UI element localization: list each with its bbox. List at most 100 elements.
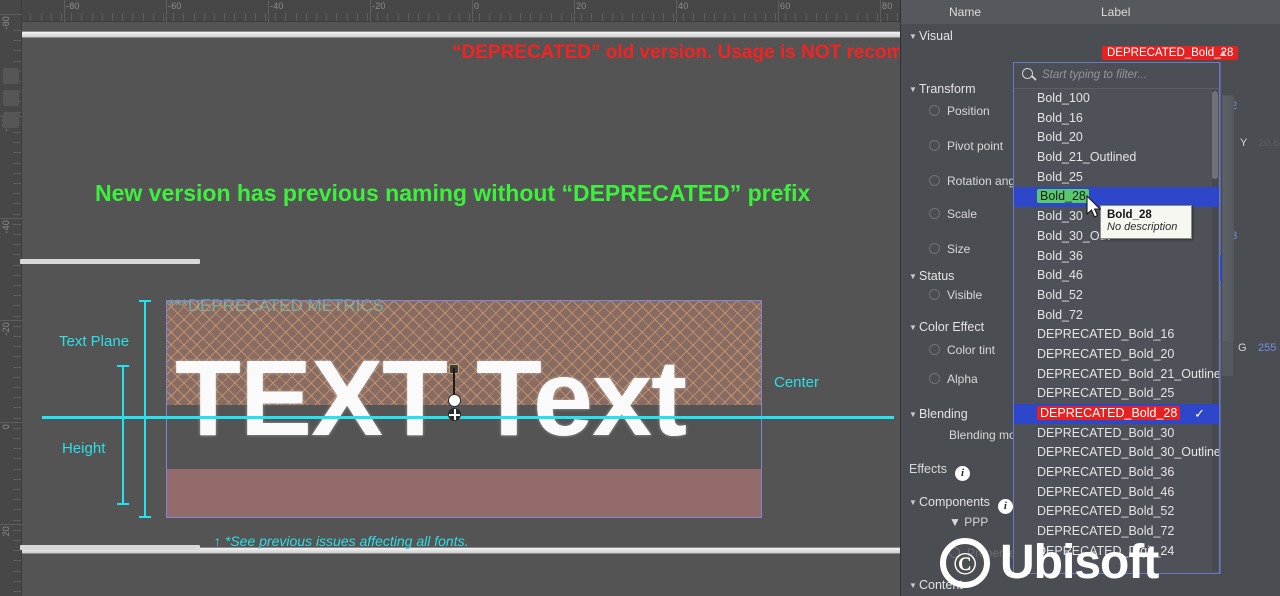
dropdown-item[interactable]: Bold_25	[1014, 168, 1219, 188]
left-tool-strip[interactable]	[0, 24, 22, 596]
group-content[interactable]: ▼ Content	[909, 578, 963, 592]
info-icon[interactable]: i	[997, 499, 1013, 514]
row-pivot-point-label: Pivot point	[947, 139, 1004, 153]
row-ppp[interactable]: ▼ PPP	[949, 515, 988, 529]
group-blending[interactable]: ▼ Blending	[909, 407, 968, 421]
row-position[interactable]: Position	[929, 104, 990, 118]
ruler-tick	[268, 0, 269, 22]
inspector-value-g[interactable]: 255	[1258, 342, 1276, 354]
dropdown-item[interactable]: DEPRECATED_Bold_30	[1014, 424, 1219, 444]
radio-icon[interactable]	[929, 243, 940, 254]
ruler-tick	[574, 0, 575, 22]
ruler-minor-tick	[50, 13, 52, 21]
dropdown-item-label: DEPRECATED_Bold_36	[1037, 465, 1175, 480]
ruler-minor-tick	[367, 13, 368, 21]
search-icon	[1022, 68, 1033, 79]
group-blending-label: Blending	[919, 407, 968, 421]
radio-icon[interactable]	[929, 140, 940, 151]
dropdown-item[interactable]: DEPRECATED_Bold_28 ✓	[1014, 404, 1219, 424]
dropdown-item-list[interactable]: Bold_100 Bold_16 Bold_20 Bold_21_Outlined Bo…	[1014, 89, 1219, 573]
panel-scrollbar-thumb[interactable]	[1223, 96, 1234, 341]
row-properties[interactable]: Properties	[949, 546, 1022, 560]
dropdown-item[interactable]: Bold_100	[1014, 89, 1219, 109]
chevron-down-icon: ▼	[909, 498, 917, 508]
dropdown-item[interactable]: Bold_36	[1014, 247, 1219, 267]
row-scale[interactable]: Scale	[929, 207, 977, 221]
tool-button-1[interactable]	[3, 68, 19, 84]
row-blending-mode[interactable]: Blending mod	[949, 428, 1022, 442]
dropdown-item[interactable]: DEPRECATED_Bold_36	[1014, 463, 1219, 483]
group-color-effect[interactable]: ▼ Color Effect	[909, 320, 984, 334]
ruler-minor-tick	[601, 13, 603, 21]
chevron-up-icon[interactable]: ▲	[1218, 48, 1228, 59]
dropdown-item[interactable]: Bold_16	[1014, 109, 1219, 129]
ruler-marker-top	[20, 259, 200, 264]
dropdown-item[interactable]: Bold_72	[1014, 306, 1219, 326]
ruler-minor-tick	[693, 13, 695, 21]
dropdown-item[interactable]: DEPRECATED_Bold_72	[1014, 522, 1219, 542]
row-pivot-point[interactable]: Pivot point	[929, 139, 1003, 153]
tool-button-3[interactable]	[3, 112, 19, 128]
dropdown-item[interactable]: DEPRECATED_Bold_21_Outlined	[1014, 365, 1219, 385]
ruler-horizontal[interactable]: -80 -60 -40 -20 0 20 40 60 80	[0, 0, 900, 22]
ruler-minor-tick	[61, 13, 62, 21]
ruler-tick-label: 60	[780, 1, 791, 11]
row-visible[interactable]: Visible	[929, 288, 982, 302]
row-rotation-angle[interactable]: Rotation angle	[929, 174, 1024, 188]
info-icon[interactable]: i	[954, 466, 970, 481]
text-bounding-box[interactable]: TEXT Text	[166, 300, 762, 518]
dropdown-search-field[interactable]: Start typing to filter...	[1014, 63, 1219, 89]
canvas-stage[interactable]: ***DEPRECATED METRICS TEXT Text Text Pla…	[22, 22, 900, 596]
radio-icon[interactable]	[929, 373, 940, 384]
ruler-minor-tick	[866, 13, 868, 21]
dropdown-item[interactable]: DEPRECATED_Bold_52	[1014, 502, 1219, 522]
group-transform[interactable]: ▼ Transform	[909, 82, 976, 96]
ruler-minor-tick	[428, 13, 430, 21]
canvas-viewport[interactable]: ***DEPRECATED METRICS TEXT Text Text Pla…	[0, 0, 900, 596]
ruler-minor-tick	[581, 13, 583, 21]
ruler-minor-tick	[836, 13, 838, 21]
guide-band-top	[22, 31, 900, 38]
dropdown-item[interactable]: Bold_52	[1014, 286, 1219, 306]
chevron-down-icon: ▼	[909, 85, 917, 95]
panel-scrollbar[interactable]	[1218, 94, 1234, 377]
radio-icon[interactable]	[929, 289, 940, 300]
row-size[interactable]: Size	[929, 242, 970, 256]
ruler-minor-tick	[458, 13, 460, 21]
pivot-point-icon[interactable]	[448, 394, 461, 407]
ruler-tick	[676, 0, 677, 22]
dropdown-item[interactable]: DEPRECATED_Bold_20	[1014, 345, 1219, 365]
dropdown-item[interactable]: DEPRECATED_Bold_25	[1014, 384, 1219, 404]
ruler-minor-tick	[611, 13, 613, 21]
tool-button-2[interactable]	[3, 90, 19, 106]
dropdown-item[interactable]: Bold_21_Outlined	[1014, 148, 1219, 168]
radio-icon[interactable]	[929, 105, 940, 116]
group-status[interactable]: ▼ Status	[909, 269, 954, 283]
font-dropdown[interactable]: Start typing to filter... ▲ Bold_100Bold…	[1013, 62, 1220, 574]
dropdown-item[interactable]: Bold_46	[1014, 266, 1219, 286]
dropdown-item[interactable]: DEPRECATED_Digit_24	[1014, 542, 1219, 562]
radio-icon[interactable]	[929, 175, 940, 186]
inspector-value-y[interactable]: 20.6	[1258, 137, 1279, 149]
pivot-handle[interactable]	[447, 364, 461, 424]
move-cross-icon[interactable]	[448, 408, 461, 421]
ruler-minor-tick	[132, 13, 134, 21]
radio-icon[interactable]	[929, 208, 940, 219]
ruler-minor-tick	[877, 13, 878, 21]
mouse-cursor-icon	[1086, 194, 1104, 226]
dropdown-item[interactable]: DEPRECATED_Bold_46	[1014, 483, 1219, 503]
dropdown-item[interactable]: DEPRECATED_Bold_30_Outlined	[1014, 443, 1219, 463]
dropdown-item[interactable]: DEPRECATED_Bold_16	[1014, 325, 1219, 345]
row-color-tint[interactable]: Color tint	[929, 343, 995, 357]
dropdown-item-label: DEPRECATED_Bold_28	[1037, 406, 1181, 420]
dropdown-item-label: Bold_72	[1037, 307, 1083, 322]
group-visual[interactable]: ▼ Visual	[909, 29, 953, 43]
ruler-minor-tick	[438, 13, 440, 21]
group-components[interactable]: ▼ Components i	[909, 495, 1013, 514]
row-effects[interactable]: Effects i	[909, 462, 970, 481]
radio-icon[interactable]	[929, 344, 940, 355]
dropdown-item[interactable]: Bold_20	[1014, 128, 1219, 148]
radio-icon[interactable]	[949, 547, 960, 558]
ruler-minor-tick	[407, 13, 409, 21]
row-alpha[interactable]: Alpha	[929, 372, 978, 386]
